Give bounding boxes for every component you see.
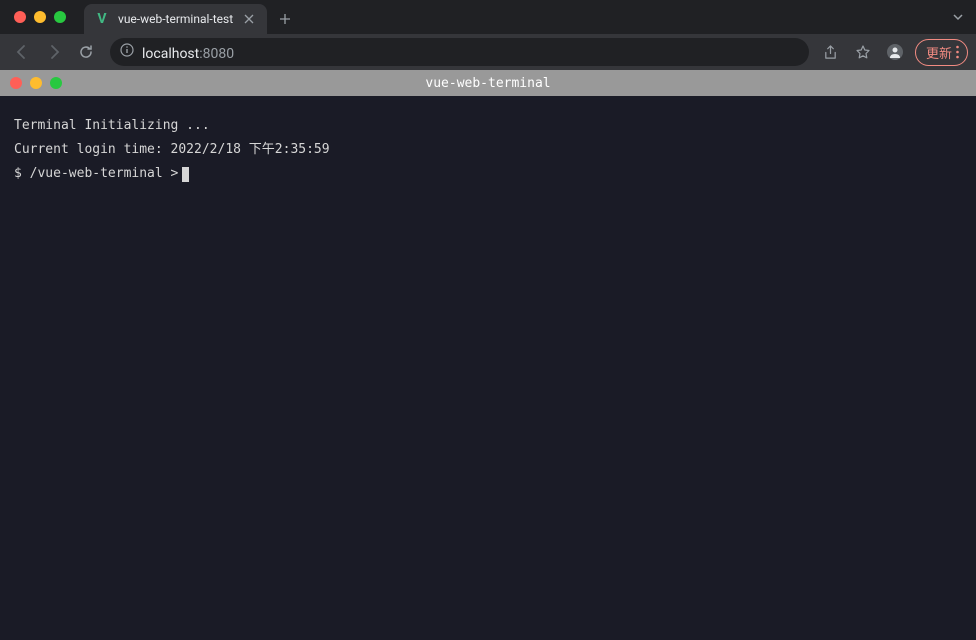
- tab-favicon: V: [94, 11, 110, 27]
- address-bar[interactable]: localhost:8080: [110, 38, 809, 66]
- profile-icon[interactable]: [883, 40, 907, 64]
- terminal-close-button[interactable]: [10, 77, 22, 89]
- window-traffic-lights: [14, 11, 66, 23]
- window-minimize-button[interactable]: [34, 11, 46, 23]
- tab-close-icon[interactable]: [241, 11, 257, 27]
- tabs-dropdown-icon[interactable]: [952, 8, 964, 27]
- browser-toolbar: localhost:8080 更新: [0, 34, 976, 70]
- toolbar-right: 更新: [819, 39, 968, 66]
- terminal-prompt: $ /vue-web-terminal >: [14, 162, 178, 186]
- address-port: :8080: [199, 46, 234, 62]
- forward-button[interactable]: [40, 38, 68, 66]
- update-button[interactable]: 更新: [915, 39, 968, 66]
- browser-tab[interactable]: V vue-web-terminal-test: [84, 4, 267, 34]
- terminal-prompt-line[interactable]: $ /vue-web-terminal >: [14, 162, 962, 186]
- terminal-window: vue-web-terminal Terminal Initializing .…: [0, 70, 976, 640]
- new-tab-button[interactable]: [271, 5, 299, 33]
- terminal-traffic-lights: [10, 77, 62, 89]
- bookmark-star-icon[interactable]: [851, 40, 875, 64]
- terminal-title: vue-web-terminal: [425, 76, 550, 91]
- address-host: localhost: [142, 46, 199, 62]
- window-maximize-button[interactable]: [54, 11, 66, 23]
- back-button[interactable]: [8, 38, 36, 66]
- terminal-output-line: Current login time: 2022/2/18 下午2:35:59: [14, 138, 962, 162]
- window-close-button[interactable]: [14, 11, 26, 23]
- address-text: localhost:8080: [142, 43, 234, 62]
- terminal-maximize-button[interactable]: [50, 77, 62, 89]
- terminal-body[interactable]: Terminal Initializing ... Current login …: [0, 96, 976, 640]
- terminal-minimize-button[interactable]: [30, 77, 42, 89]
- browser-chrome: V vue-web-terminal-test local: [0, 0, 976, 70]
- terminal-titlebar[interactable]: vue-web-terminal: [0, 70, 976, 96]
- tab-title: vue-web-terminal-test: [118, 12, 233, 26]
- reload-button[interactable]: [72, 38, 100, 66]
- tab-bar: V vue-web-terminal-test: [0, 0, 976, 34]
- share-icon[interactable]: [819, 40, 843, 64]
- terminal-output-line: Terminal Initializing ...: [14, 114, 962, 138]
- site-info-icon[interactable]: [120, 43, 134, 61]
- menu-dots-icon: [956, 45, 959, 59]
- update-label: 更新: [926, 43, 952, 62]
- terminal-cursor: [182, 167, 189, 182]
